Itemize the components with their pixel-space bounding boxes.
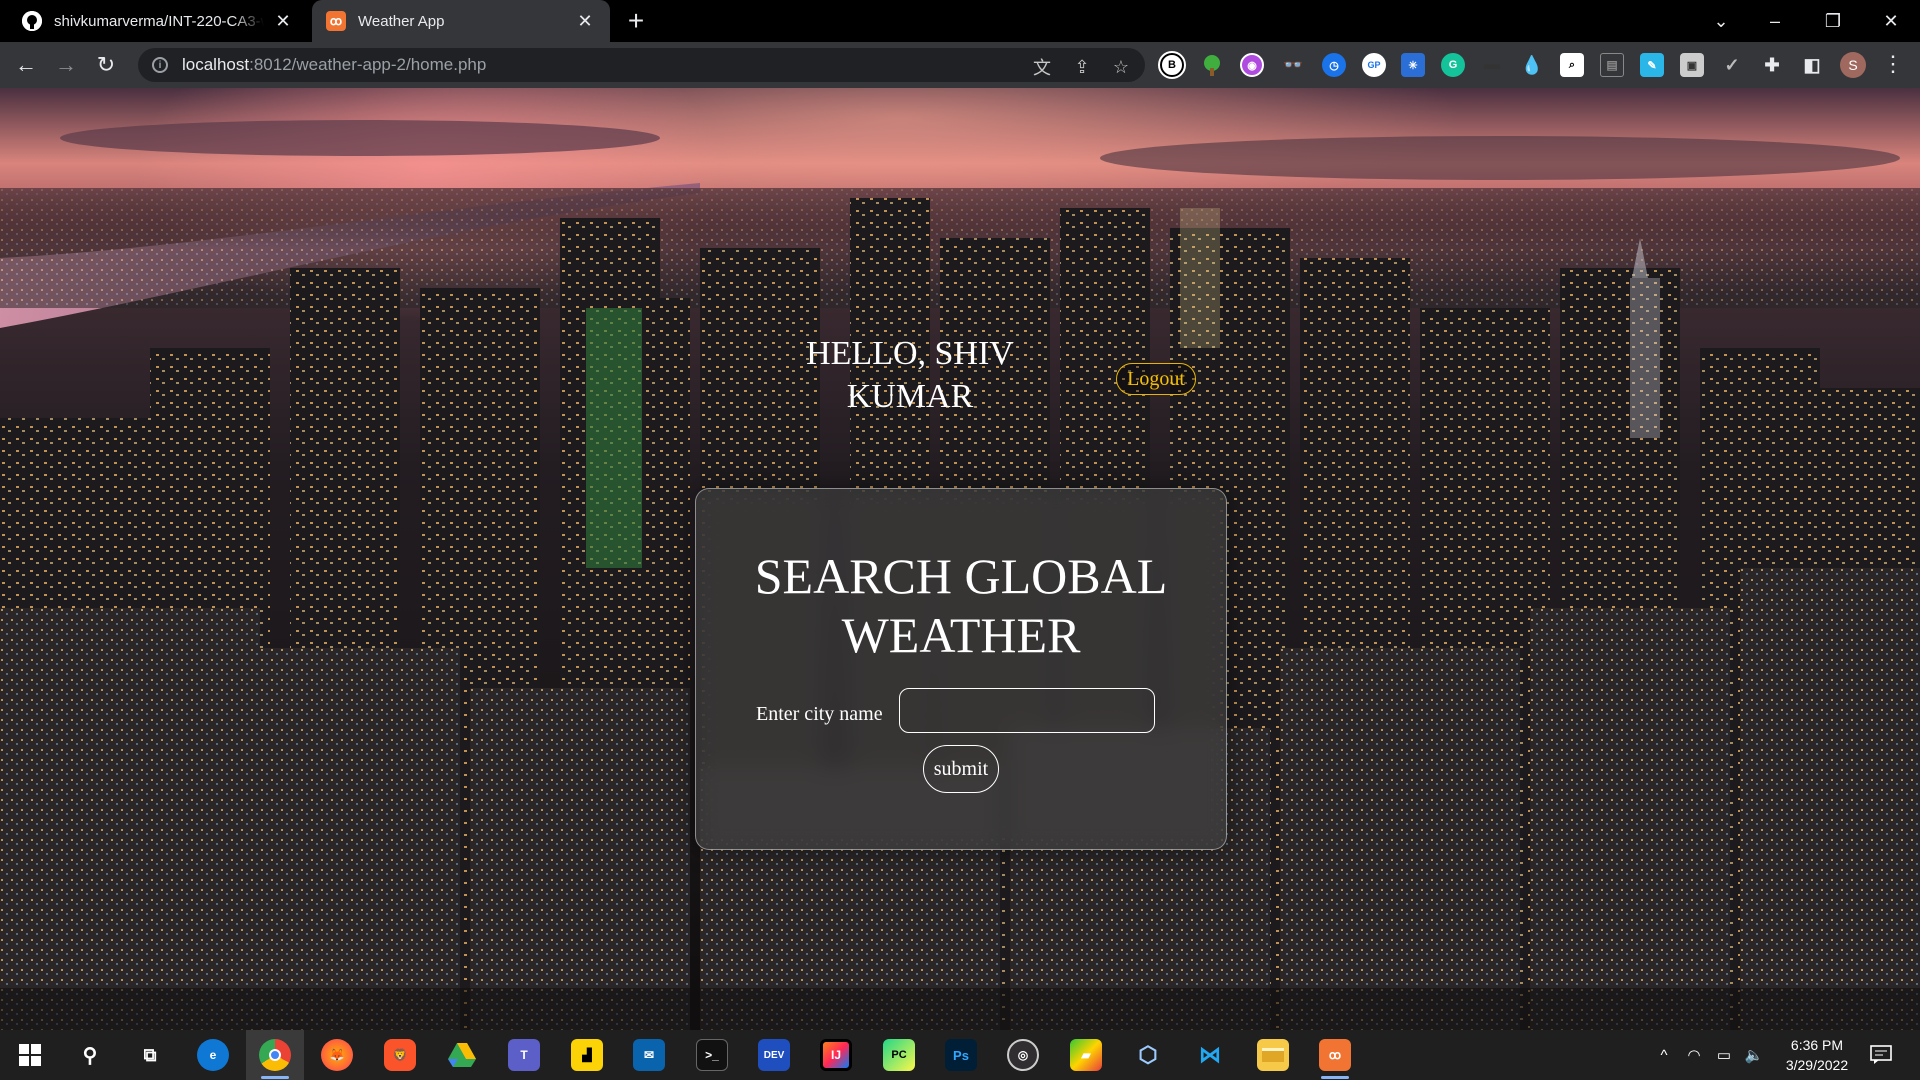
back-button[interactable]: ← xyxy=(10,49,42,81)
battery-icon[interactable]: ▭ xyxy=(1714,1045,1734,1065)
running-indicator xyxy=(1321,1076,1349,1079)
tab-title: Weather App xyxy=(358,12,445,30)
clock-extension-icon[interactable]: ◷ xyxy=(1322,53,1346,77)
sticky-notes-icon[interactable]: ▟ xyxy=(571,1039,603,1071)
tab-github[interactable]: shivkumarverma/INT-220-CA3-w ✕ xyxy=(8,0,308,42)
owl-extension-icon[interactable]: 👓 xyxy=(1281,53,1305,77)
ai-extension-icon[interactable]: GP xyxy=(1362,53,1386,77)
tab-title: shivkumarverma/INT-220-CA3-w xyxy=(54,12,264,30)
clock-time: 6:36 PM xyxy=(1790,1037,1844,1053)
brave-icon[interactable]: 🦁 xyxy=(384,1039,416,1071)
firefox-icon[interactable]: 🦊 xyxy=(321,1039,353,1071)
drop-extension-icon[interactable]: 💧 xyxy=(1520,53,1544,77)
card-title: SEARCH GLOBAL WEATHER xyxy=(754,548,1168,663)
xampp-icon[interactable]: ꝏ xyxy=(1319,1039,1351,1071)
intellij-icon[interactable]: IJ xyxy=(820,1039,852,1071)
close-icon[interactable]: ✕ xyxy=(272,11,294,32)
image-extension-icon[interactable]: ▣ xyxy=(1680,53,1704,77)
new-tab-button[interactable]: + xyxy=(620,6,652,38)
notification-center-icon[interactable] xyxy=(1868,1043,1894,1067)
system-clock[interactable]: 6:36 PM 3/29/2022 xyxy=(1772,1035,1862,1075)
search-icon[interactable]: ⚲ xyxy=(74,1039,106,1071)
side-panel-icon[interactable]: ◧ xyxy=(1800,53,1824,77)
profile-avatar[interactable]: S xyxy=(1840,52,1866,78)
tab-weather-app[interactable]: ꝏ Weather App ✕ xyxy=(312,0,610,42)
edge-icon[interactable]: e xyxy=(197,1039,229,1071)
chevron-up-icon[interactable]: ^ xyxy=(1654,1045,1674,1065)
url-path: :8012/weather-app-2/home.php xyxy=(249,55,487,74)
terminal-icon[interactable]: >_ xyxy=(696,1039,728,1071)
search-card: SEARCH GLOBAL WEATHER Enter city name su… xyxy=(695,488,1227,850)
reload-button[interactable]: ↻ xyxy=(90,49,122,81)
logout-button[interactable]: Logout xyxy=(1116,363,1196,395)
bluestacks-icon[interactable]: ▰ xyxy=(1070,1039,1102,1071)
task-view-icon[interactable]: ⧉ xyxy=(134,1039,166,1071)
pen-extension-icon[interactable]: ✎ xyxy=(1640,53,1664,77)
tree-extension-icon[interactable] xyxy=(1200,53,1224,77)
close-icon[interactable]: ✕ xyxy=(574,11,596,32)
tab-search-icon[interactable]: ⌄ xyxy=(1692,0,1750,42)
site-info-icon[interactable]: i xyxy=(152,57,168,73)
page-viewport: HELLO, SHIV KUMAR Logout SEARCH GLOBAL W… xyxy=(0,88,1920,1030)
reader-extension-icon[interactable]: ▤ xyxy=(1600,53,1624,77)
xampp-icon: ꝏ xyxy=(326,11,346,31)
restore-button[interactable]: ❐ xyxy=(1804,0,1862,42)
minimize-button[interactable]: – xyxy=(1746,0,1804,42)
volume-icon[interactable]: 🔈 xyxy=(1744,1045,1764,1065)
screenshot-extension-icon[interactable]: ⌕ xyxy=(1560,53,1584,77)
close-window-button[interactable]: ✕ xyxy=(1862,0,1920,42)
city-input[interactable] xyxy=(899,688,1155,733)
browser-toolbar: ← → ↻ i localhost :8012/weather-app-2/ho… xyxy=(0,42,1920,88)
teams-icon[interactable]: T xyxy=(508,1039,540,1071)
photoshop-icon[interactable]: Ps xyxy=(945,1039,977,1071)
check-extension-icon[interactable]: ✓ xyxy=(1720,53,1744,77)
address-bar[interactable]: i localhost :8012/weather-app-2/home.php… xyxy=(138,48,1145,82)
google-drive-icon[interactable] xyxy=(446,1039,478,1071)
github-icon xyxy=(22,11,42,31)
bold-extension-icon[interactable]: B xyxy=(1158,51,1186,79)
snowflake-extension-icon[interactable]: ✳ xyxy=(1401,53,1425,77)
bookmark-star-icon[interactable]: ☆ xyxy=(1110,56,1132,78)
dev-icon[interactable]: DEV xyxy=(758,1039,790,1071)
grammarly-icon[interactable]: G xyxy=(1441,53,1465,77)
wifi-icon[interactable]: ◠ xyxy=(1684,1045,1704,1065)
file-explorer-icon[interactable] xyxy=(1257,1039,1289,1071)
extensions-puzzle-icon[interactable]: ✚ xyxy=(1760,53,1784,77)
share-icon[interactable]: ⇪ xyxy=(1071,56,1093,78)
vscode-icon[interactable]: ⋈ xyxy=(1194,1039,1226,1071)
windows-taskbar: ⚲ ⧉ e 🦊 🦁 T ▟ ✉ >_ DEV IJ PC Ps ◎ ▰ ⬡ ⋈ … xyxy=(0,1030,1920,1080)
mail-icon[interactable]: ✉ xyxy=(633,1039,665,1071)
active-indicator xyxy=(261,1076,289,1079)
url-host: localhost xyxy=(182,55,250,74)
extension-purple-icon[interactable]: ◉ xyxy=(1240,53,1264,77)
menu-kebab-icon[interactable]: ⋮ xyxy=(1882,50,1904,80)
forward-button[interactable]: → xyxy=(50,49,82,81)
virtualbox-icon[interactable]: ⬡ xyxy=(1132,1039,1164,1071)
clock-date: 3/29/2022 xyxy=(1785,1057,1849,1073)
submit-button[interactable]: submit xyxy=(923,745,999,793)
hat-extension-icon[interactable]: ▬ xyxy=(1480,53,1504,77)
city-label: Enter city name xyxy=(756,703,883,725)
obs-icon[interactable]: ◎ xyxy=(1007,1039,1039,1071)
start-icon[interactable] xyxy=(14,1039,46,1071)
chrome-icon[interactable] xyxy=(259,1039,291,1071)
pycharm-icon[interactable]: PC xyxy=(883,1039,915,1071)
translate-icon[interactable]: 文 xyxy=(1031,56,1053,78)
tab-strip: shivkumarverma/INT-220-CA3-w ✕ ꝏ Weather… xyxy=(0,0,1920,42)
greeting-heading: HELLO, SHIV KUMAR xyxy=(806,335,1014,415)
